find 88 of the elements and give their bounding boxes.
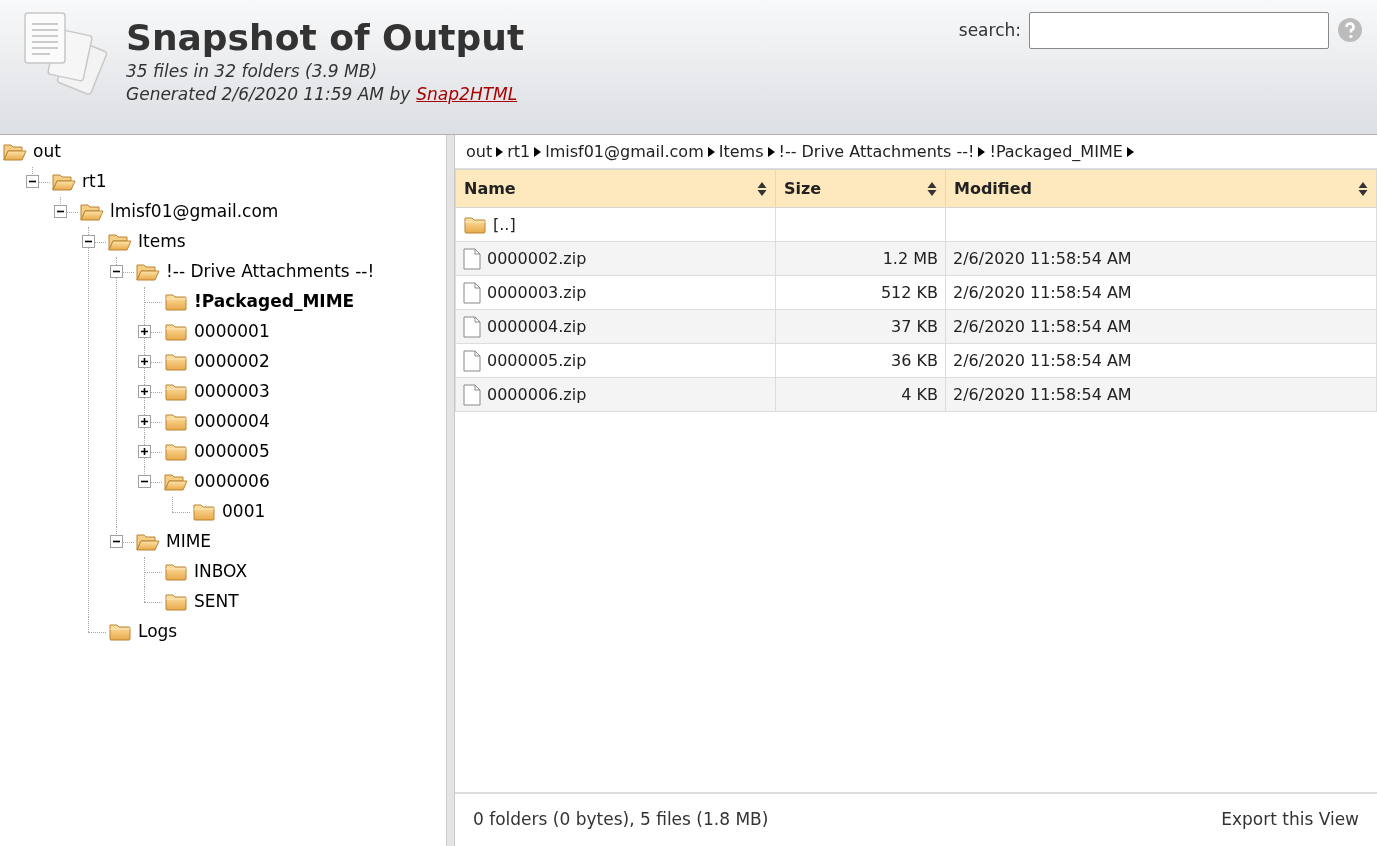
collapse-icon[interactable]: [82, 235, 95, 248]
page-title: Snapshot of Output: [126, 16, 525, 60]
breadcrumb-link[interactable]: out: [466, 139, 493, 164]
column-header[interactable]: Name: [455, 169, 776, 208]
modified-cell: 2/6/2020 11:58:54 AM: [953, 248, 1132, 268]
tree-item[interactable]: 0001: [192, 499, 266, 525]
open-folder-icon: [108, 232, 132, 252]
folder-icon: [164, 412, 188, 432]
modified-cell: 2/6/2020 11:58:54 AM: [953, 350, 1132, 370]
sort-icon[interactable]: [927, 180, 937, 197]
tree-item[interactable]: 0000006: [164, 469, 270, 495]
expand-icon[interactable]: [138, 355, 151, 368]
collapse-icon[interactable]: [110, 535, 123, 548]
tree-item[interactable]: !-- Drive Attachments --!: [136, 259, 375, 285]
status-text: 0 folders (0 bytes), 5 files (1.8 MB): [473, 808, 769, 832]
file-icon: [463, 281, 481, 304]
tree-item[interactable]: 0000003: [164, 379, 270, 405]
file-icon: [463, 247, 481, 270]
modified-cell: 2/6/2020 11:58:54 AM: [953, 282, 1132, 302]
collapse-icon[interactable]: [26, 175, 39, 188]
folder-icon: [164, 592, 188, 612]
file-icon: [463, 315, 481, 338]
folder-icon: [108, 622, 132, 642]
separator-arrow-icon: [767, 146, 775, 157]
tree-item[interactable]: Logs: [108, 619, 178, 645]
open-folder-icon: [80, 202, 104, 222]
tree-item[interactable]: Items: [108, 229, 186, 255]
tree-item[interactable]: 0000001: [164, 319, 270, 345]
tree-item[interactable]: out: [3, 139, 61, 165]
breadcrumb-link[interactable]: !-- Drive Attachments --!: [778, 139, 975, 164]
open-folder-icon: [136, 262, 160, 282]
expand-icon[interactable]: [138, 325, 151, 338]
collapse-icon[interactable]: [54, 205, 67, 218]
separator-arrow-icon: [707, 146, 715, 157]
separator-arrow-icon: [496, 146, 504, 157]
expand-icon[interactable]: [138, 415, 151, 428]
tree-item[interactable]: MIME: [136, 529, 212, 555]
file-icon: [463, 349, 481, 372]
modified-cell: 2/6/2020 11:58:54 AM: [953, 384, 1132, 404]
search-label: search:: [958, 19, 1021, 42]
generated-text: Generated 2/6/2020 11:59 AM by: [126, 83, 411, 106]
folder-icon: [164, 292, 188, 312]
tree-item[interactable]: 0000005: [164, 439, 270, 465]
size-cell: 36 KB: [891, 350, 938, 370]
sort-icon[interactable]: [757, 180, 767, 197]
open-folder-icon: [52, 172, 76, 192]
folder-icon: [164, 442, 188, 462]
tree-item[interactable]: INBOX: [164, 559, 248, 585]
folder-icon: [463, 214, 487, 235]
tree-item[interactable]: !Packaged_MIME: [164, 289, 355, 315]
summary-text: 35 files in 32 folders (3.9 MB): [126, 60, 379, 83]
separator-arrow-icon: [1126, 146, 1134, 157]
size-cell: 1.2 MB: [882, 248, 938, 268]
modified-cell: 2/6/2020 11:58:54 AM: [953, 316, 1132, 336]
size-cell: 512 KB: [880, 282, 938, 302]
sort-icon[interactable]: [1358, 180, 1368, 197]
collapse-icon[interactable]: [110, 265, 123, 278]
folder-icon: [164, 382, 188, 402]
tree-item[interactable]: lmisf01@gmail.com: [80, 199, 279, 225]
open-folder-icon: [3, 142, 27, 162]
documents-logo-icon: [22, 10, 108, 98]
breadcrumb-link[interactable]: rt1: [507, 139, 531, 164]
size-cell: 4 KB: [901, 384, 938, 404]
breadcrumb-link[interactable]: Items: [718, 139, 764, 164]
collapse-icon[interactable]: [138, 475, 151, 488]
breadcrumb-link[interactable]: !Packaged_MIME: [989, 139, 1123, 164]
tree-item[interactable]: 0000002: [164, 349, 270, 375]
file-icon: [463, 383, 481, 406]
export-link[interactable]: Export this View: [1221, 807, 1359, 833]
tree-item[interactable]: rt1: [52, 169, 107, 195]
tree-item[interactable]: 0000004: [164, 409, 270, 435]
column-header[interactable]: Modified: [945, 169, 1377, 208]
column-header[interactable]: Size: [775, 169, 946, 208]
open-folder-icon: [164, 472, 188, 492]
search-field[interactable]: [1029, 12, 1329, 49]
folder-icon: [164, 322, 188, 342]
generator-link[interactable]: Snap2HTML: [416, 83, 518, 106]
expand-icon[interactable]: [138, 445, 151, 458]
open-folder-icon: [136, 532, 160, 552]
separator-arrow-icon: [534, 146, 542, 157]
breadcrumb-link[interactable]: lmisf01@gmail.com: [545, 139, 704, 164]
folder-icon: [164, 562, 188, 582]
folder-icon: [192, 502, 216, 522]
expand-icon[interactable]: [138, 385, 151, 398]
folder-icon: [164, 352, 188, 372]
size-cell: 37 KB: [891, 316, 938, 336]
separator-arrow-icon: [978, 146, 986, 157]
tree-item[interactable]: SENT: [164, 589, 239, 615]
